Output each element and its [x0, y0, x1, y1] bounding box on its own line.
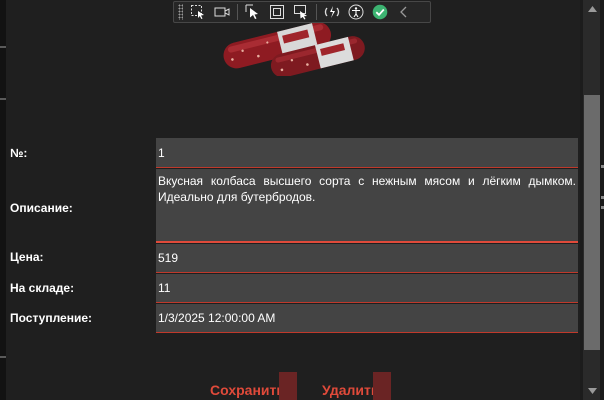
collapse-toolbar-button[interactable] [393, 2, 415, 22]
hot-reload-icon [324, 6, 340, 18]
description-value: Вкусная колбаса высшего сорта с нежным м… [158, 174, 576, 204]
video-icon [214, 7, 230, 17]
save-button[interactable]: Сохранить [210, 372, 297, 400]
arrival-field[interactable]: 1/3/2025 12:00:00 AM [156, 304, 578, 333]
hot-reload-button[interactable] [321, 2, 343, 22]
scroll-up-arrow-icon [588, 5, 597, 12]
right-window-edge [600, 0, 604, 400]
checkmark-icon [372, 4, 388, 20]
display-layout-button[interactable] [266, 2, 288, 22]
price-field[interactable]: 519 [156, 244, 578, 273]
arrival-label: Поступление: [10, 311, 93, 325]
track-focus-button[interactable] [290, 2, 312, 22]
stock-label: На складе: [10, 281, 75, 295]
verified-button[interactable] [369, 2, 391, 22]
save-button-tab [278, 372, 297, 400]
stock-value: 11 [158, 281, 171, 295]
record-video-button[interactable] [211, 2, 233, 22]
toolbar-separator [316, 4, 317, 20]
accessibility-icon [348, 4, 364, 20]
stock-field[interactable]: 11 [156, 274, 578, 303]
arrival-value: 1/3/2025 12:00:00 AM [158, 311, 276, 325]
drag-grip-icon[interactable] [178, 4, 183, 20]
cursor-select-button[interactable] [242, 2, 264, 22]
description-label: Описание: [10, 201, 73, 215]
select-element-icon [191, 5, 204, 19]
cursor-select-icon [245, 4, 258, 19]
number-value: 1 [158, 145, 165, 160]
scroll-thumb[interactable] [584, 95, 601, 350]
rect-select-icon [294, 5, 307, 20]
delete-button[interactable]: Удалить [322, 372, 392, 400]
save-button-label: Сохранить [210, 382, 285, 398]
description-field[interactable]: Вкусная колбаса высшего сорта с нежным м… [156, 169, 578, 243]
number-field[interactable]: 1 [156, 138, 578, 168]
delete-button-tab [373, 372, 392, 400]
scroll-down-arrow-icon [588, 388, 597, 394]
debug-toolbar [173, 1, 431, 23]
number-label: №: [10, 146, 28, 160]
frame-icon [270, 5, 284, 19]
price-label: Цена: [10, 250, 44, 264]
product-image [223, 22, 365, 76]
accessibility-button[interactable] [345, 2, 367, 22]
toolbar-separator [237, 4, 238, 20]
collapse-chevron-icon [400, 6, 407, 18]
delete-button-label: Удалить [322, 382, 380, 398]
select-element-button[interactable] [187, 2, 209, 22]
price-value: 519 [158, 251, 179, 265]
